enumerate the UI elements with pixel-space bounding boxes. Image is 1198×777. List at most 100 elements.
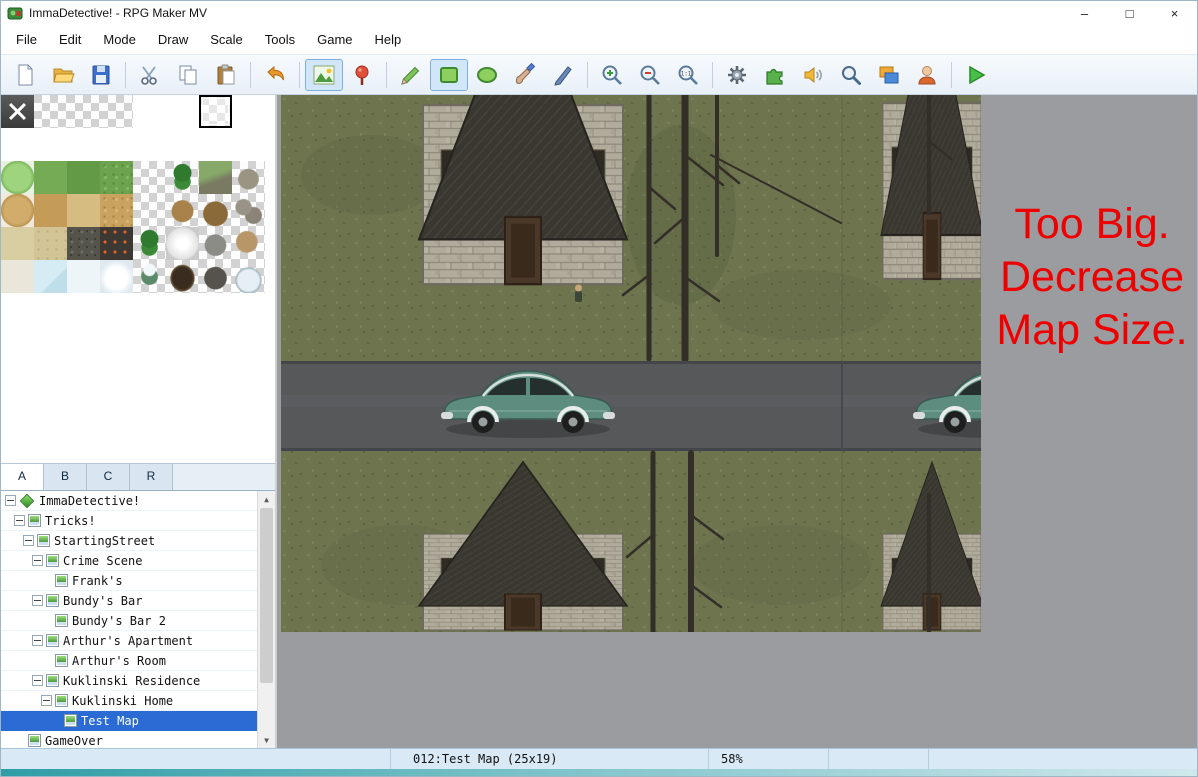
menu-file[interactable]: File (5, 28, 48, 51)
maximize-button[interactable]: □ (1107, 1, 1152, 25)
palette-tile-dirt[interactable] (34, 194, 67, 227)
tree-item-project-root[interactable]: ImmaDetective! (1, 491, 258, 511)
palette-tile-pale-ground[interactable] (1, 260, 34, 293)
ellipse-tool-button[interactable] (468, 59, 506, 91)
minimize-button[interactable]: – (1062, 1, 1107, 25)
palette-tile-erase[interactable] (1, 95, 34, 128)
npc-figure[interactable] (575, 285, 582, 303)
palette-tile-snow-tree[interactable] (133, 260, 166, 293)
scrollbar-thumb[interactable] (260, 508, 273, 683)
tree-item-kuklinski-residence[interactable]: Kuklinski Residence (1, 671, 258, 691)
palette-tab-r[interactable]: R (130, 464, 173, 490)
tree-item-tricks[interactable]: Tricks! (1, 511, 258, 531)
palette-tile-snow-peak[interactable] (232, 260, 265, 293)
palette-tile-grass-patch[interactable] (1, 161, 34, 194)
collapse-toggle[interactable] (32, 595, 43, 606)
palette-tab-b[interactable]: B (44, 464, 87, 490)
palette-tile-gray-stones[interactable] (199, 227, 232, 260)
tree-item-franks[interactable]: Frank's (1, 571, 258, 591)
palette-tile-transparent[interactable] (133, 161, 166, 194)
tree-item-bundys-bar-2[interactable]: Bundy's Bar 2 (1, 611, 258, 631)
palette-tile-selected[interactable] (199, 95, 232, 128)
palette-tile-grass-textured[interactable] (100, 161, 133, 194)
palette-tile-snow[interactable] (67, 260, 100, 293)
palette-tile-tan-rocks[interactable] (232, 227, 265, 260)
palette-tile-ice[interactable] (34, 260, 67, 293)
palette-tile-stones[interactable] (232, 194, 265, 227)
menu-draw[interactable]: Draw (147, 28, 199, 51)
menu-game[interactable]: Game (306, 28, 363, 51)
tree-item-arthurs-apartment[interactable]: Arthur's Apartment (1, 631, 258, 651)
tree-item-kuklinski-home[interactable]: Kuklinski Home (1, 691, 258, 711)
actual-scale-button[interactable]: 1:1 (669, 59, 707, 91)
copy-button[interactable] (169, 59, 207, 91)
collapse-toggle[interactable] (14, 515, 25, 526)
palette-tile-crystal[interactable] (166, 227, 199, 260)
tree-item-crime-scene[interactable]: Crime Scene (1, 551, 258, 571)
palette-tile-dark-rocks[interactable] (199, 260, 232, 293)
open-project-button[interactable] (44, 59, 82, 91)
palette-tile-gravel[interactable] (67, 227, 100, 260)
resource-manager-button[interactable] (870, 59, 908, 91)
palette-tile-lava-rock[interactable] (100, 227, 133, 260)
palette-tile-cliff[interactable] (199, 161, 232, 194)
palette-tile-rocks[interactable] (232, 161, 265, 194)
palette-tile-blank[interactable] (166, 95, 199, 128)
map-canvas[interactable] (281, 95, 981, 632)
scrollbar-down-arrow[interactable]: ▼ (258, 732, 275, 748)
tree-item-gameover[interactable]: GameOver (1, 731, 258, 748)
palette-tile-blank[interactable] (133, 95, 166, 128)
undo-button[interactable] (256, 59, 294, 91)
tree-item-test-map[interactable]: Test Map (1, 711, 258, 731)
sound-test-button[interactable] (794, 59, 832, 91)
new-project-button[interactable] (6, 59, 44, 91)
tree-scrollbar[interactable]: ▲ ▼ (257, 491, 275, 748)
playtest-button[interactable] (957, 59, 995, 91)
rectangle-tool-button[interactable] (430, 59, 468, 91)
plugin-manager-button[interactable] (756, 59, 794, 91)
map-edit-mode-button[interactable] (305, 59, 343, 91)
scrollbar-up-arrow[interactable]: ▲ (258, 491, 275, 507)
flood-fill-tool-button[interactable] (506, 59, 544, 91)
zoom-in-button[interactable] (593, 59, 631, 91)
palette-tile-transparent[interactable] (100, 95, 133, 128)
palette-tile-dirt-patch[interactable] (1, 194, 34, 227)
zoom-out-button[interactable] (631, 59, 669, 91)
palette-tile-snow-drift[interactable] (100, 260, 133, 293)
event-searcher-button[interactable] (832, 59, 870, 91)
menu-scale[interactable]: Scale (199, 28, 254, 51)
collapse-toggle[interactable] (32, 675, 43, 686)
tree-item-arthurs-room[interactable]: Arthur's Room (1, 651, 258, 671)
cut-button[interactable] (131, 59, 169, 91)
menu-edit[interactable]: Edit (48, 28, 92, 51)
palette-tile-dirt-mound[interactable] (166, 194, 199, 227)
palette-tile-sand[interactable] (1, 227, 34, 260)
close-button[interactable]: × (1152, 1, 1197, 25)
menu-tools[interactable]: Tools (254, 28, 306, 51)
event-edit-mode-button[interactable] (343, 59, 381, 91)
palette-tile-transparent[interactable] (34, 95, 67, 128)
save-project-button[interactable] (82, 59, 120, 91)
palette-tile-transparent[interactable] (133, 194, 166, 227)
pencil-tool-button[interactable] (392, 59, 430, 91)
palette-tile-dirt-light[interactable] (67, 194, 100, 227)
collapse-toggle[interactable] (32, 555, 43, 566)
palette-tile-tree-2[interactable] (133, 227, 166, 260)
palette-tab-c[interactable]: C (87, 464, 130, 490)
menu-mode[interactable]: Mode (92, 28, 147, 51)
palette-tile-transparent[interactable] (67, 95, 100, 128)
palette-tile-grass-dark[interactable] (67, 161, 100, 194)
palette-tile-dirt-textured[interactable] (100, 194, 133, 227)
palette-tile-hole[interactable] (166, 260, 199, 293)
palette-tile-grass[interactable] (34, 161, 67, 194)
palette-tab-a[interactable]: A (1, 464, 44, 490)
palette-tile-tree[interactable] (166, 161, 199, 194)
options-button[interactable] (718, 59, 756, 91)
palette-tile-sand-textured[interactable] (34, 227, 67, 260)
collapse-toggle[interactable] (5, 495, 16, 506)
character-generator-button[interactable] (908, 59, 946, 91)
collapse-toggle[interactable] (23, 535, 34, 546)
paste-button[interactable] (207, 59, 245, 91)
menu-help[interactable]: Help (364, 28, 413, 51)
shadow-pen-tool-button[interactable] (544, 59, 582, 91)
